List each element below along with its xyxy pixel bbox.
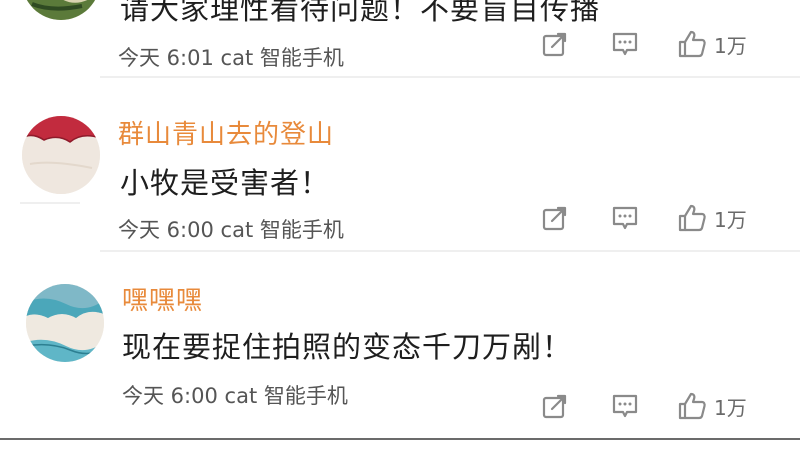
comment-username[interactable]: 嘿嘿嘿 xyxy=(122,280,203,317)
comment-actions: 1万 xyxy=(540,386,800,426)
share-button[interactable] xyxy=(540,198,570,238)
comment-actions: 1万 xyxy=(540,198,800,238)
share-icon xyxy=(542,32,567,57)
comment-list: 请大家理性看待问题！不要盲目传播 今天 6:01 cat 智能手机 1万 群山青… xyxy=(0,0,800,474)
share-button[interactable] xyxy=(540,24,570,64)
comment-device: cat 智能手机 xyxy=(224,384,348,408)
like-button[interactable]: 1万 xyxy=(676,386,747,426)
avatar[interactable] xyxy=(26,284,104,362)
comment-item: 嘿嘿嘿 现在要捉住拍照的变态千刀万剐！ 今天 6:00 cat 智能手机 1万 xyxy=(0,252,800,438)
comment-item: 请大家理性看待问题！不要盲目传播 今天 6:01 cat 智能手机 1万 xyxy=(0,0,800,80)
comment-actions: 1万 xyxy=(540,24,800,64)
comment-device: cat 智能手机 xyxy=(220,46,344,70)
avatar[interactable] xyxy=(22,0,100,20)
reply-button[interactable] xyxy=(610,386,640,426)
comment-text: 现在要捉住拍照的变态千刀万剐！ xyxy=(122,330,573,364)
thumbs-up-icon xyxy=(678,392,706,420)
reply-button[interactable] xyxy=(610,198,640,238)
avatar[interactable] xyxy=(22,116,100,194)
like-count: 1万 xyxy=(714,207,747,232)
share-icon xyxy=(542,206,567,231)
thumbs-up-icon xyxy=(678,30,706,58)
comment-text: 请大家理性看待问题！不要盲目传播 xyxy=(120,0,601,26)
comment-time: 今天 6:00 xyxy=(122,384,218,408)
comment-icon xyxy=(612,32,638,56)
comment-device: cat 智能手机 xyxy=(220,218,344,242)
comment-meta: 今天 6:01 cat 智能手机 xyxy=(118,42,344,72)
reply-button[interactable] xyxy=(610,24,640,64)
like-button[interactable]: 1万 xyxy=(676,198,747,238)
comment-time: 今天 6:00 xyxy=(118,218,214,242)
share-icon xyxy=(542,394,567,419)
comment-meta: 今天 6:00 cat 智能手机 xyxy=(118,214,344,244)
comment-icon xyxy=(612,206,638,230)
bottom-divider xyxy=(0,438,800,440)
comment-text: 小牧是受害者！ xyxy=(120,166,331,200)
like-count: 1万 xyxy=(714,33,747,58)
thumbs-up-icon xyxy=(678,204,706,232)
comment-username[interactable]: 群山青山去的登山 xyxy=(118,114,334,151)
comment-item: 群山青山去的登山 小牧是受害者！ 今天 6:00 cat 智能手机 1万 xyxy=(0,80,800,252)
comment-time: 今天 6:01 xyxy=(118,46,214,70)
divider xyxy=(100,76,800,78)
comment-icon xyxy=(612,394,638,418)
divider xyxy=(20,202,80,204)
share-button[interactable] xyxy=(540,386,570,426)
comment-meta: 今天 6:00 cat 智能手机 xyxy=(122,380,348,410)
like-count: 1万 xyxy=(714,395,747,420)
like-button[interactable]: 1万 xyxy=(676,24,747,64)
